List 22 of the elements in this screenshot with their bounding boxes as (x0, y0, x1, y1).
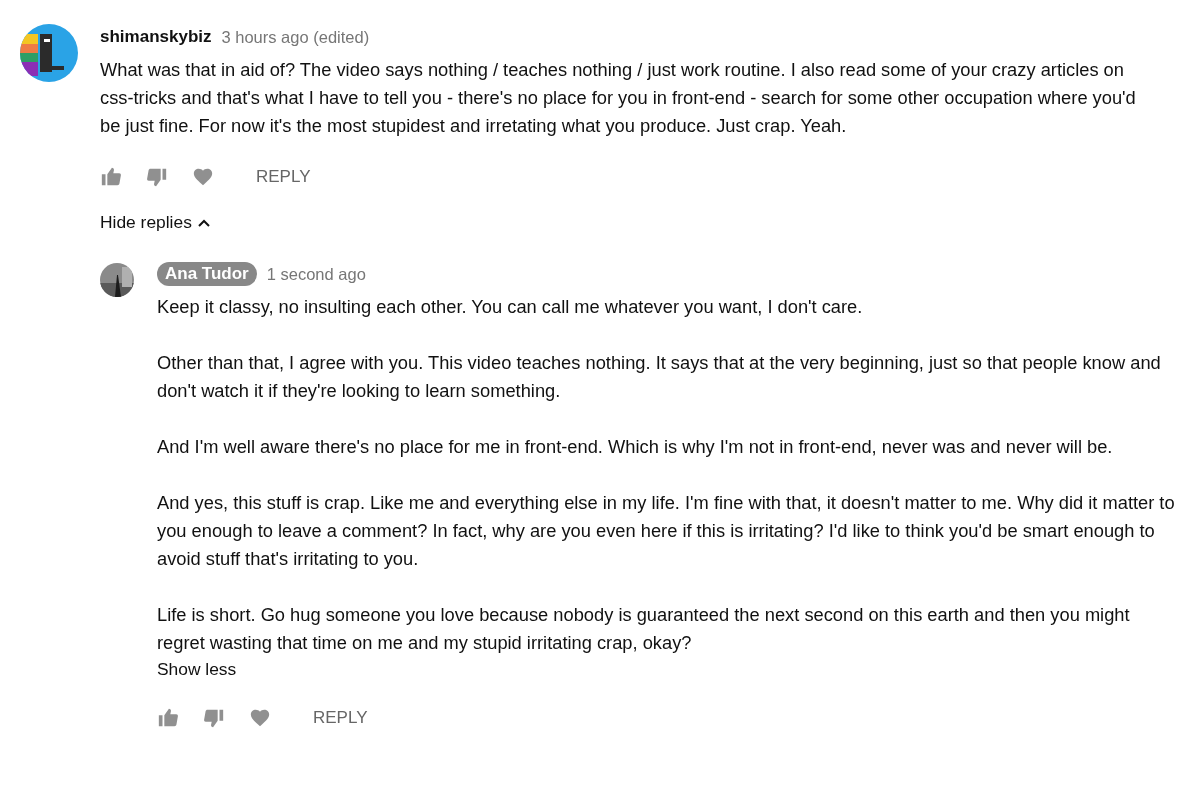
timestamp: 1 second ago (266, 264, 366, 284)
show-less-link[interactable]: Show less (157, 657, 237, 681)
timestamp: 3 hours ago (edited) (221, 27, 370, 47)
thumbs-down-icon[interactable] (203, 707, 225, 729)
reply-button[interactable]: REPLY (238, 167, 311, 187)
reply-text: And I'm well aware there's no place for me in front-end. Which is why I'm not in front-end, never was and never will be. (157, 435, 1114, 459)
thumbs-down-icon[interactable] (146, 166, 168, 188)
avatar[interactable] (20, 24, 78, 82)
reply-button[interactable]: REPLY (295, 708, 368, 728)
reply-text: And yes, this stuff is crap. Like me and everything else in my life. I'm fine with that, it doesn't matter to me. Why did it matter to you enough to leave a comment? In fact, why are you even here if this is irritating? I'd like to think you'd be smart enough to avoid stuff that's irritating to you. (157, 491, 1176, 571)
comment-text: What was that in aid of? The video says nothing / teaches nothing / just work routine. I also read some of your crazy articles on css-tricks and that's what I have to tell you - there's no place for you in front-end - search for some other occupation where you'd be just fine. For now it's the most stupidest and irretating what you produce. Just crap. Yeah. (100, 58, 1137, 138)
author-name[interactable]: shimanskybiz (100, 27, 212, 47)
reply-text: Keep it classy, no insulting each other. You can call me whatever you want, I don't care. (157, 295, 864, 319)
reply-text: Other than that, I agree with you. This video teaches nothing. It says that at the very beginning, just so that people know and don't watch it if they're looking to learn something. (157, 351, 1162, 403)
hide-replies-button[interactable]: Hide replies (100, 212, 210, 233)
heart-icon[interactable] (249, 707, 271, 729)
author-badge[interactable]: Ana Tudor (157, 262, 257, 286)
thumbs-up-icon[interactable] (157, 707, 179, 729)
thumbs-up-icon[interactable] (100, 166, 122, 188)
heart-icon[interactable] (192, 166, 214, 188)
reply-text: Life is short. Go hug someone you love because nobody is guaranteed the next second on this earth and then you might regret wasting that time on me and my stupid irritating crap, okay? (157, 603, 1131, 655)
avatar[interactable] (100, 263, 134, 297)
